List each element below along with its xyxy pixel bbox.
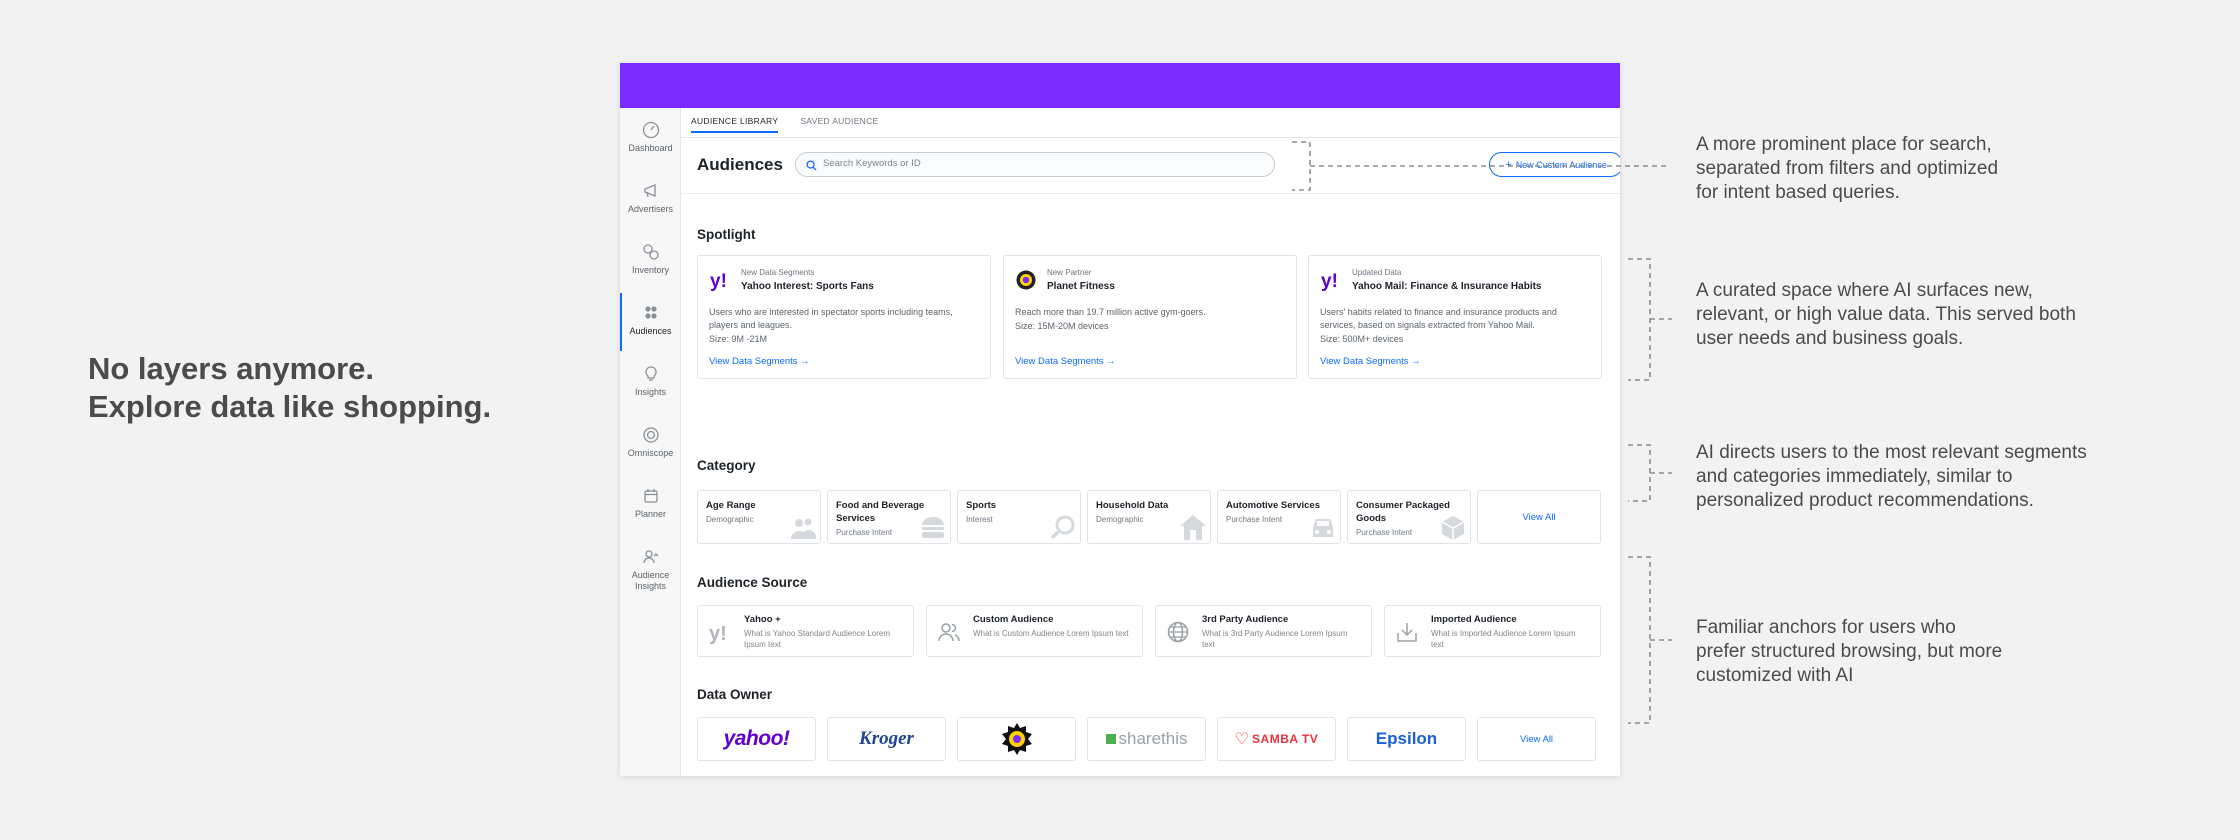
note-line: A curated space where AI surfaces new, — [1696, 280, 2033, 301]
note-line: separated from filters and optimized — [1696, 158, 1999, 179]
note-line: prefer structured browsing, but more — [1696, 641, 2003, 662]
annotation-category: AI directs users to the most relevant se… — [1696, 441, 2087, 513]
annotation-spotlight: A curated space where AI surfaces new, r… — [1696, 279, 2076, 351]
annotation-source-owner: Familiar anchors for users who prefer st… — [1696, 616, 2002, 688]
note-line: Familiar anchors for users who — [1696, 617, 1956, 638]
note-line: for intent based queries. — [1696, 182, 1900, 203]
bracket-source-owner — [1628, 556, 1651, 724]
annotation-connectors — [1292, 141, 1672, 724]
bracket-search — [1292, 141, 1311, 191]
note-line: A more prominent place for search, — [1696, 134, 1992, 155]
note-line: customized with AI — [1696, 665, 1854, 686]
note-line: and categories immediately, similar to — [1696, 466, 2013, 487]
annotation-search: A more prominent place for search, separ… — [1696, 133, 1998, 205]
note-line: personalized product recommendations. — [1696, 490, 2034, 511]
bracket-category — [1628, 444, 1651, 502]
note-line: AI directs users to the most relevant se… — [1696, 442, 2087, 463]
note-line: relevant, or high value data. This serve… — [1696, 304, 2076, 325]
note-line: user needs and business goals. — [1696, 328, 1964, 349]
bracket-spotlight — [1628, 258, 1651, 381]
